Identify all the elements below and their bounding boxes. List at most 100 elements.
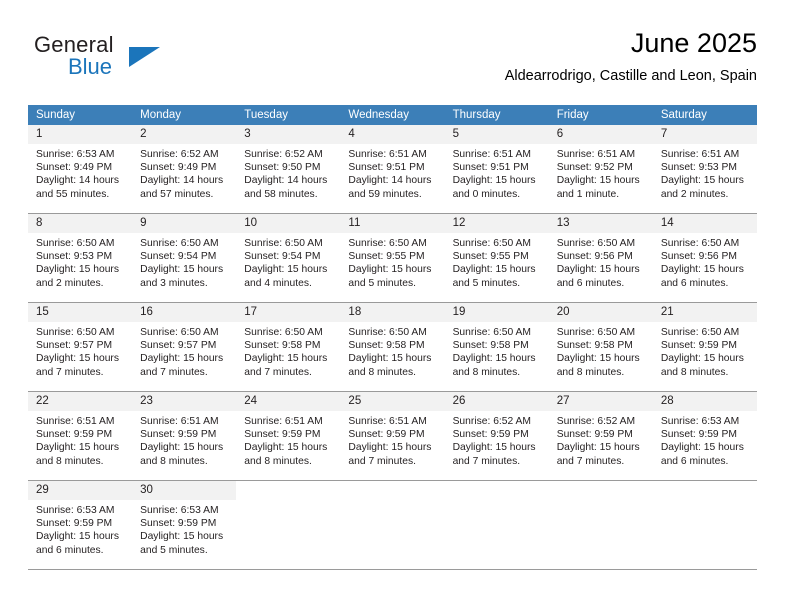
calendar-day-cell[interactable]: 22 Sunrise: 6:51 AM Sunset: 9:59 PM Dayligh… (28, 391, 133, 481)
calendar-day-cell[interactable]: 24 Sunrise: 6:51 AM Sunset: 9:59 PM Dayligh… (236, 391, 341, 481)
calendar-cell-inner: 20 Sunrise: 6:50 AM Sunset: 9:58 PM Dayligh… (548, 303, 653, 391)
calendar-container: Sunday Monday Tuesday Wednesday Thursday… (28, 105, 757, 570)
calendar-day-cell[interactable]: 5 Sunrise: 6:51 AM Sunset: 9:51 PM Daylight… (444, 125, 549, 214)
calendar-day-cell[interactable]: 28 Sunrise: 6:53 AM Sunset: 9:59 PM Dayligh… (652, 391, 757, 481)
calendar-week-row: 1 Sunrise: 6:53 AM Sunset: 9:49 PM Daylight… (28, 125, 757, 214)
day-details: Sunrise: 6:52 AM Sunset: 9:59 PM Daylight:… (549, 411, 653, 468)
calendar-cell-empty (548, 480, 653, 570)
sunset-text: Sunset: 9:57 PM (140, 340, 217, 352)
daylight-text: Daylight: 15 hours and 1 minute. (556, 175, 640, 200)
sunset-text: Sunset: 9:58 PM (556, 340, 633, 352)
day-number: 20 (548, 303, 653, 322)
brand-name-blue: Blue (68, 54, 113, 79)
daylight-text: Daylight: 14 hours and 59 minutes. (348, 175, 432, 200)
calendar-day-cell[interactable]: 18 Sunrise: 6:50 AM Sunset: 9:58 PM Dayligh… (340, 302, 445, 392)
daylight-text: Daylight: 15 hours and 8 minutes. (140, 442, 224, 467)
day-number: 1 (28, 125, 133, 144)
title-block: June 2025 Aldearrodrigo, Castille and Le… (505, 26, 757, 86)
day-details: Sunrise: 6:52 AM Sunset: 9:59 PM Daylight:… (445, 411, 549, 468)
day-number (236, 481, 340, 500)
sunrise-text: Sunrise: 6:53 AM (36, 505, 115, 516)
calendar-day-cell[interactable]: 1 Sunrise: 6:53 AM Sunset: 9:49 PM Daylight… (28, 125, 133, 214)
calendar-cell-inner: 11 Sunrise: 6:50 AM Sunset: 9:55 PM Dayligh… (340, 214, 445, 302)
calendar-day-cell[interactable]: 4 Sunrise: 6:51 AM Sunset: 9:51 PM Daylight… (340, 125, 445, 214)
calendar-day-cell[interactable]: 12 Sunrise: 6:50 AM Sunset: 9:55 PM Dayligh… (444, 213, 549, 303)
calendar-day-cell[interactable]: 30 Sunrise: 6:53 AM Sunset: 9:59 PM Dayligh… (132, 480, 237, 570)
calendar-day-cell[interactable]: 16 Sunrise: 6:50 AM Sunset: 9:57 PM Dayligh… (132, 302, 237, 392)
calendar-day-cell[interactable]: 23 Sunrise: 6:51 AM Sunset: 9:59 PM Dayligh… (132, 391, 237, 481)
sunset-text: Sunset: 9:49 PM (140, 162, 217, 174)
calendar-cell-inner: 17 Sunrise: 6:50 AM Sunset: 9:58 PM Dayligh… (236, 303, 341, 391)
sunrise-text: Sunrise: 6:50 AM (660, 238, 740, 249)
calendar-day-cell[interactable]: 13 Sunrise: 6:50 AM Sunset: 9:56 PM Dayligh… (548, 213, 653, 303)
calendar-cell-inner: 7 Sunrise: 6:51 AM Sunset: 9:53 PM Daylight… (652, 125, 757, 213)
calendar-day-cell[interactable]: 7 Sunrise: 6:51 AM Sunset: 9:53 PM Daylight… (652, 125, 757, 214)
day-details: Sunrise: 6:51 AM Sunset: 9:52 PM Daylight:… (549, 144, 653, 201)
daylight-text: Daylight: 15 hours and 7 minutes. (36, 353, 119, 378)
brand-logo[interactable]: General Blue (34, 32, 214, 88)
daylight-text: Daylight: 15 hours and 7 minutes. (244, 353, 328, 378)
calendar-day-cell[interactable]: 15 Sunrise: 6:50 AM Sunset: 9:57 PM Dayligh… (28, 302, 133, 392)
calendar-header-row: Sunday Monday Tuesday Wednesday Thursday… (28, 105, 757, 125)
daylight-text: Daylight: 15 hours and 8 minutes. (452, 353, 536, 378)
daylight-text: Daylight: 15 hours and 8 minutes. (244, 442, 328, 467)
day-details: Sunrise: 6:50 AM Sunset: 9:56 PM Daylight:… (653, 233, 757, 290)
calendar-cell-inner: 9 Sunrise: 6:50 AM Sunset: 9:54 PM Daylight… (132, 214, 237, 302)
day-number: 27 (548, 392, 653, 411)
calendar-cell-inner: 24 Sunrise: 6:51 AM Sunset: 9:59 PM Dayligh… (236, 392, 341, 480)
sunset-text: Sunset: 9:59 PM (244, 429, 321, 441)
sunset-text: Sunset: 9:53 PM (660, 162, 737, 174)
calendar-cell-inner: 13 Sunrise: 6:50 AM Sunset: 9:56 PM Dayligh… (548, 214, 653, 302)
calendar-day-cell[interactable]: 9 Sunrise: 6:50 AM Sunset: 9:54 PM Daylight… (132, 213, 237, 303)
daylight-text: Daylight: 14 hours and 58 minutes. (244, 175, 328, 200)
sunset-text: Sunset: 9:59 PM (36, 429, 113, 441)
day-details: Sunrise: 6:53 AM Sunset: 9:49 PM Daylight:… (28, 144, 132, 201)
day-details: Sunrise: 6:53 AM Sunset: 9:59 PM Daylight:… (132, 500, 236, 557)
calendar-day-cell[interactable]: 19 Sunrise: 6:50 AM Sunset: 9:58 PM Dayligh… (444, 302, 549, 392)
sunrise-text: Sunrise: 6:50 AM (556, 327, 636, 338)
daylight-text: Daylight: 15 hours and 6 minutes. (556, 264, 640, 289)
day-number: 17 (236, 303, 341, 322)
day-number: 19 (444, 303, 549, 322)
calendar-day-cell[interactable]: 27 Sunrise: 6:52 AM Sunset: 9:59 PM Dayligh… (548, 391, 653, 481)
day-details: Sunrise: 6:50 AM Sunset: 9:57 PM Daylight:… (28, 322, 132, 379)
sunrise-text: Sunrise: 6:51 AM (140, 416, 219, 427)
sunrise-text: Sunrise: 6:52 AM (452, 416, 531, 427)
daylight-text: Daylight: 15 hours and 0 minutes. (452, 175, 536, 200)
weekday-header-monday: Monday (132, 105, 237, 125)
daylight-text: Daylight: 15 hours and 3 minutes. (140, 264, 224, 289)
calendar-day-cell[interactable]: 17 Sunrise: 6:50 AM Sunset: 9:58 PM Dayligh… (236, 302, 341, 392)
day-number: 5 (444, 125, 549, 144)
sunset-text: Sunset: 9:58 PM (348, 340, 425, 352)
calendar-day-cell[interactable]: 20 Sunrise: 6:50 AM Sunset: 9:58 PM Dayligh… (548, 302, 653, 392)
calendar-day-cell[interactable]: 2 Sunrise: 6:52 AM Sunset: 9:49 PM Daylight… (132, 125, 237, 214)
calendar-day-cell[interactable]: 21 Sunrise: 6:50 AM Sunset: 9:59 PM Dayligh… (652, 302, 757, 392)
sunset-text: Sunset: 9:59 PM (556, 429, 633, 441)
day-number (340, 481, 444, 500)
calendar-day-cell[interactable]: 25 Sunrise: 6:51 AM Sunset: 9:59 PM Dayligh… (340, 391, 445, 481)
calendar-day-cell[interactable]: 3 Sunrise: 6:52 AM Sunset: 9:50 PM Daylight… (236, 125, 341, 214)
calendar-cell-inner: 16 Sunrise: 6:50 AM Sunset: 9:57 PM Dayligh… (132, 303, 237, 391)
sunrise-text: Sunrise: 6:50 AM (140, 238, 219, 249)
weekday-header-sunday: Sunday (28, 105, 133, 125)
calendar-day-cell[interactable]: 26 Sunrise: 6:52 AM Sunset: 9:59 PM Dayligh… (444, 391, 549, 481)
sunrise-text: Sunrise: 6:51 AM (244, 416, 323, 427)
calendar-day-cell[interactable]: 8 Sunrise: 6:50 AM Sunset: 9:53 PM Daylight… (28, 213, 133, 303)
day-number (549, 481, 653, 500)
calendar-day-cell[interactable]: 29 Sunrise: 6:53 AM Sunset: 9:59 PM Dayligh… (28, 480, 133, 570)
day-number: 23 (132, 392, 237, 411)
sunset-text: Sunset: 9:51 PM (452, 162, 529, 174)
calendar-day-cell[interactable]: 14 Sunrise: 6:50 AM Sunset: 9:56 PM Dayligh… (652, 213, 757, 303)
calendar-day-cell[interactable]: 6 Sunrise: 6:51 AM Sunset: 9:52 PM Daylight… (548, 125, 653, 214)
calendar-day-cell[interactable]: 10 Sunrise: 6:50 AM Sunset: 9:54 PM Dayligh… (236, 213, 341, 303)
sunrise-text: Sunrise: 6:50 AM (36, 327, 115, 338)
day-number: 6 (548, 125, 653, 144)
day-details: Sunrise: 6:51 AM Sunset: 9:51 PM Daylight:… (445, 144, 549, 201)
sunset-text: Sunset: 9:49 PM (36, 162, 113, 174)
sunset-text: Sunset: 9:58 PM (452, 340, 529, 352)
day-details: Sunrise: 6:53 AM Sunset: 9:59 PM Daylight:… (28, 500, 132, 557)
page-title: June 2025 (630, 28, 757, 58)
weekday-header-wednesday: Wednesday (340, 105, 445, 125)
daylight-text: Daylight: 14 hours and 57 minutes. (140, 175, 224, 200)
calendar-day-cell[interactable]: 11 Sunrise: 6:50 AM Sunset: 9:55 PM Dayligh… (340, 213, 445, 303)
